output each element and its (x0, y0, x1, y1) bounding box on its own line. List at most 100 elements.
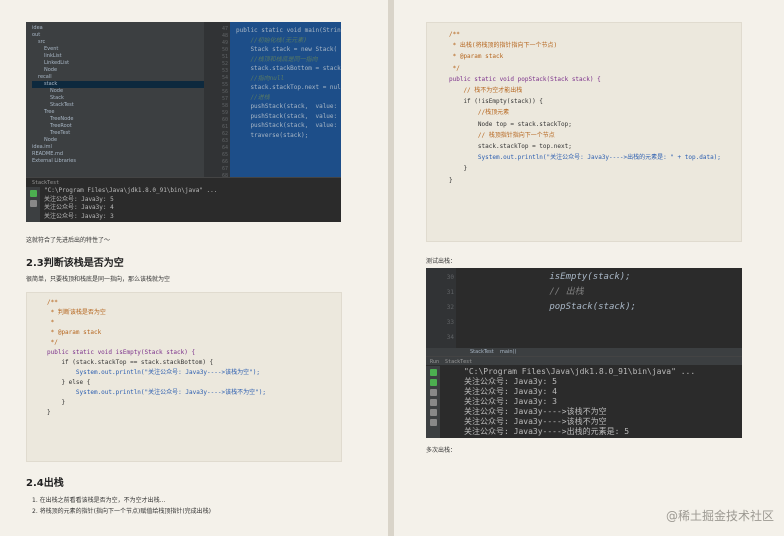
line-number: 64 (221, 145, 228, 151)
line-number: 66 (221, 159, 228, 165)
line-number: 65 (221, 152, 228, 158)
pause-icon[interactable] (430, 399, 437, 406)
run-icon[interactable] (430, 369, 437, 376)
line-number: 60 (221, 117, 228, 123)
code-line: stack.stackBottom = stack (236, 65, 341, 72)
code-line: */ (449, 64, 460, 72)
code-block-popstack: /** * 出栈(将栈顶的指针指向下一个节点) * @param stack *… (426, 22, 742, 242)
code-line: * @param stack (449, 53, 504, 61)
tree-item: External Libraries (32, 158, 76, 164)
code-line: * 判断该栈是否为空 (47, 309, 106, 316)
console-line: 关注公众号: Java3y: 3 (464, 397, 557, 406)
code-line: //进栈 (236, 93, 270, 101)
code-line: public static void isEmpty(Stack stack) … (47, 349, 196, 356)
console-panel: StackTest "C:\Program Files\Java\jdk1.8.… (26, 177, 341, 222)
tree-item: TreeNode (50, 116, 74, 122)
ide-screenshot-1: idea out src Event linkList LinkedList Node rec… (26, 22, 341, 222)
tree-item: out (32, 32, 41, 38)
code-line: public static void main(Strin (236, 27, 341, 34)
heading-2-4: 2.4出栈 (26, 478, 64, 489)
editor-pane: isEmpty(stack); // 出栈 popStack(stack); (456, 268, 742, 348)
line-number: 58 (221, 103, 228, 109)
list-item: 2. 将栈顶的元素的指针(指向下一个节点)赋值给栈顶指针(完成出栈) (32, 508, 211, 515)
caption-multi-pop: 多次出栈： (426, 447, 457, 454)
code-line: Node top = stack.stackTop; (449, 120, 572, 128)
line-number: 53 (221, 68, 228, 74)
code-line: * (47, 319, 55, 326)
line-number: 56 (221, 89, 228, 95)
console-title: StackTest (32, 180, 60, 186)
tree-item: stack (32, 81, 204, 88)
caption-test-pop: 测试出栈： (426, 258, 457, 265)
ide-screenshot-2: 30 31 32 33 34 isEmpty(stack); // 出栈 popStac… (426, 268, 742, 438)
line-number: 61 (221, 124, 228, 130)
tree-item: linkList (44, 53, 62, 59)
console-panel: Run StackTest "C:\Program Files\Java\jdk… (426, 356, 742, 438)
code-line: stack.stackTop.next = null (236, 84, 341, 91)
code-block-isempty: /** * 判断该栈是否为空 * * @param stack */ public… (26, 292, 342, 462)
tree-item: Tree (44, 109, 55, 115)
console-line: 关注公众号: Java3y---->该栈不为空 (464, 407, 607, 416)
line-number: 63 (221, 138, 228, 144)
code-line: // 栈不为空才能出栈 (449, 87, 523, 95)
code-line: // 出栈 (506, 287, 584, 297)
line-gutter: 30 31 32 33 34 (426, 268, 456, 348)
code-line: if (stack.stackTop == stack.stackBottom)… (47, 359, 214, 366)
tree-item: Node (44, 67, 58, 73)
code-line: } (449, 165, 468, 173)
line-number: 47 (221, 26, 228, 32)
code-line: pushStack(stack, value: 3) (236, 103, 341, 110)
editor-pane: public static void main(Strin //初始化栈(无元素… (230, 22, 341, 177)
code-line: //栈顶元素 (449, 109, 510, 117)
console-line: 关注公众号: Java3y: 3 (44, 212, 114, 220)
code-line: /** (449, 31, 460, 38)
line-number: 48 (221, 33, 228, 39)
print-icon[interactable] (430, 419, 437, 426)
code-line: traverse(stack); (236, 131, 309, 139)
console-line: 关注公众号: Java3y: 5 (464, 377, 557, 386)
right-page: /** * 出栈(将栈顶的指针指向下一个节点) * @param stack *… (394, 0, 784, 536)
stop-icon[interactable] (30, 200, 37, 207)
line-number: 59 (221, 110, 228, 116)
line-number: 33 (446, 319, 454, 326)
code-line: //初始化栈(无元素) (236, 36, 307, 44)
line-number: 31 (446, 289, 454, 296)
line-number: 55 (221, 82, 228, 88)
section-2-3-description: 很简单，只要栈顶和栈底是同一指向，那么该栈就为空 (26, 276, 171, 283)
console-line: "C:\Program Files\Java\jdk1.8.0_91\bin\j… (44, 187, 218, 194)
run-toolbar (26, 187, 40, 222)
console-line: "C:\Program Files\Java\jdk1.8.0_91\bin\j… (464, 367, 696, 376)
scroll-icon[interactable] (430, 409, 437, 416)
code-line: System.out.println("关注公众号: Java3y---->该栈… (47, 389, 266, 396)
code-line: isEmpty(stack); (506, 272, 631, 282)
line-gutter: 47 48 49 50 51 52 53 54 55 56 57 58 59 60 61 62 63 64 65 66… (204, 22, 230, 179)
line-number: 62 (221, 131, 228, 137)
line-number: 32 (446, 304, 454, 311)
line-number: 54 (221, 75, 228, 81)
console-line: 关注公众号: Java3y: 5 (44, 195, 114, 203)
tree-item: Event (44, 46, 59, 52)
line-number: 50 (221, 47, 228, 53)
rerun-icon[interactable] (430, 379, 437, 386)
code-line: // 栈顶指针指向下一个节点 (449, 131, 555, 139)
code-line: pushStack(stack, value: 4) (236, 112, 341, 120)
list-item: 1. 在出栈之前看看该栈是否为空，不为空才出栈... (32, 497, 166, 504)
code-line: } else { (47, 379, 91, 386)
code-line: * @param stack (47, 329, 102, 336)
console-line: 关注公众号: Java3y: 4 (464, 387, 557, 396)
line-number: 57 (221, 96, 228, 102)
code-line: } (47, 409, 51, 416)
tree-item: src (38, 39, 46, 45)
left-page: idea out src Event linkList LinkedList Node rec… (0, 0, 388, 536)
tree-item: Stack (50, 95, 64, 101)
tree-item: idea (32, 25, 43, 31)
code-line: Stack stack = new Stack( (236, 46, 338, 53)
tree-item: LinkedList (44, 60, 70, 66)
tree-item: README.md (32, 151, 64, 157)
stop-icon[interactable] (430, 389, 437, 396)
run-icon[interactable] (30, 190, 37, 197)
heading-2-3: 2.3判断该栈是否为空 (26, 258, 124, 269)
code-line: popStack(stack); (506, 302, 637, 312)
line-number: 30 (446, 274, 454, 281)
code-line: System.out.println("关注公众号: Java3y---->该栈… (47, 369, 260, 376)
